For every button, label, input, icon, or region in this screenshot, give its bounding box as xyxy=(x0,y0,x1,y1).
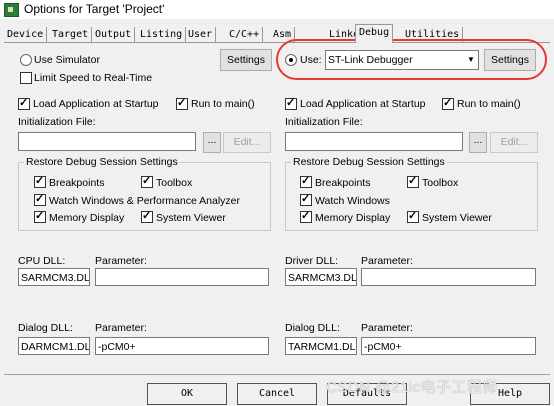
footer-separator xyxy=(4,374,550,375)
cpu-dll-input[interactable]: SARMCM3.DLL xyxy=(18,268,90,286)
left-dialog-param-label: Parameter: xyxy=(95,322,147,334)
red-highlight-circle xyxy=(276,39,547,80)
right-memory-checkbox[interactable] xyxy=(300,209,312,223)
left-memory-label: Memory Display xyxy=(49,212,125,224)
left-restore-title: Restore Debug Session Settings xyxy=(24,156,180,168)
tab-cpp[interactable]: C/C++ xyxy=(226,27,264,42)
left-dialog-param-input[interactable]: -pCM0+ xyxy=(95,337,269,355)
left-load-app-label: Load Application at Startup xyxy=(33,98,159,110)
right-memory-label: Memory Display xyxy=(315,212,391,224)
right-watch-checkbox[interactable] xyxy=(300,192,312,206)
right-run-to-main-label: Run to main() xyxy=(457,98,521,110)
right-init-file-label: Initialization File: xyxy=(285,116,363,128)
right-browse-button[interactable]: ... xyxy=(469,132,487,153)
cpu-param-label: Parameter: xyxy=(95,255,147,267)
left-init-file-label: Initialization File: xyxy=(18,116,96,128)
cpu-param-input[interactable] xyxy=(95,268,269,286)
cpu-dll-label: CPU DLL: xyxy=(18,255,66,267)
ok-button[interactable]: OK xyxy=(147,383,227,405)
left-run-to-main-label: Run to main() xyxy=(191,98,255,110)
left-watch-label: Watch Windows & Performance Analyzer xyxy=(49,195,241,207)
left-breakpoints-checkbox[interactable] xyxy=(34,174,46,188)
left-toolbox-label: Toolbox xyxy=(156,177,193,189)
right-breakpoints-label: Breakpoints xyxy=(315,177,371,189)
limit-speed-checkbox[interactable] xyxy=(20,72,32,84)
cancel-button[interactable]: Cancel xyxy=(237,383,317,405)
driver-dll-input[interactable]: SARMCM3.DLL xyxy=(285,268,357,286)
simulator-settings-button[interactable]: Settings xyxy=(220,49,272,71)
left-browse-button[interactable]: ... xyxy=(203,132,221,153)
right-init-file-input[interactable] xyxy=(285,132,463,151)
left-toolbox-checkbox[interactable] xyxy=(141,174,153,188)
tab-output[interactable]: Output xyxy=(92,27,136,42)
right-dialog-param-label: Parameter: xyxy=(361,322,413,334)
tab-user[interactable]: User xyxy=(185,27,217,42)
watermark: CSDN @21ic电子工程师 xyxy=(326,379,498,396)
right-toolbox-checkbox[interactable] xyxy=(407,174,419,188)
window-title: Options for Target 'Project' xyxy=(24,2,165,16)
right-system-viewer-label: System Viewer xyxy=(422,212,492,224)
limit-speed-label: Limit Speed to Real-Time xyxy=(34,72,153,84)
driver-param-label: Parameter: xyxy=(361,255,413,267)
left-breakpoints-label: Breakpoints xyxy=(49,177,105,189)
use-simulator-radio[interactable] xyxy=(20,54,32,66)
title-bar: Options for Target 'Project' xyxy=(0,0,554,19)
left-dialog-dll-label: Dialog DLL: xyxy=(18,322,73,334)
tab-target[interactable]: Target xyxy=(49,27,93,42)
right-dialog-param-input[interactable]: -pCM0+ xyxy=(361,337,536,355)
left-run-to-main-checkbox[interactable] xyxy=(176,96,188,110)
right-dialog-dll-input[interactable]: TARMCM1.DLL xyxy=(285,337,357,355)
app-icon xyxy=(4,3,19,17)
driver-param-input[interactable] xyxy=(361,268,536,286)
left-load-app-checkbox[interactable] xyxy=(18,96,30,110)
left-init-file-input[interactable] xyxy=(18,132,196,151)
right-load-app-label: Load Application at Startup xyxy=(300,98,426,110)
tab-listing[interactable]: Listing xyxy=(137,27,187,42)
driver-dll-label: Driver DLL: xyxy=(285,255,339,267)
right-dialog-dll-label: Dialog DLL: xyxy=(285,322,340,334)
use-simulator-label: Use Simulator xyxy=(34,54,100,66)
tab-device[interactable]: Device xyxy=(4,27,48,42)
left-memory-checkbox[interactable] xyxy=(34,209,46,223)
right-restore-title: Restore Debug Session Settings xyxy=(291,156,447,168)
left-dialog-dll-input[interactable]: DARMCM1.DLL xyxy=(18,337,90,355)
right-breakpoints-checkbox[interactable] xyxy=(300,174,312,188)
right-system-viewer-checkbox[interactable] xyxy=(407,209,419,223)
left-watch-checkbox[interactable] xyxy=(34,192,46,206)
right-watch-label: Watch Windows xyxy=(315,195,390,207)
left-system-viewer-checkbox[interactable] xyxy=(141,209,153,223)
left-edit-button[interactable]: Edit... xyxy=(223,132,271,153)
right-toolbox-label: Toolbox xyxy=(422,177,459,189)
right-run-to-main-checkbox[interactable] xyxy=(442,96,454,110)
tab-debug[interactable]: Debug xyxy=(355,24,394,43)
left-system-viewer-label: System Viewer xyxy=(156,212,226,224)
right-edit-button[interactable]: Edit... xyxy=(490,132,538,153)
right-load-app-checkbox[interactable] xyxy=(285,96,297,110)
